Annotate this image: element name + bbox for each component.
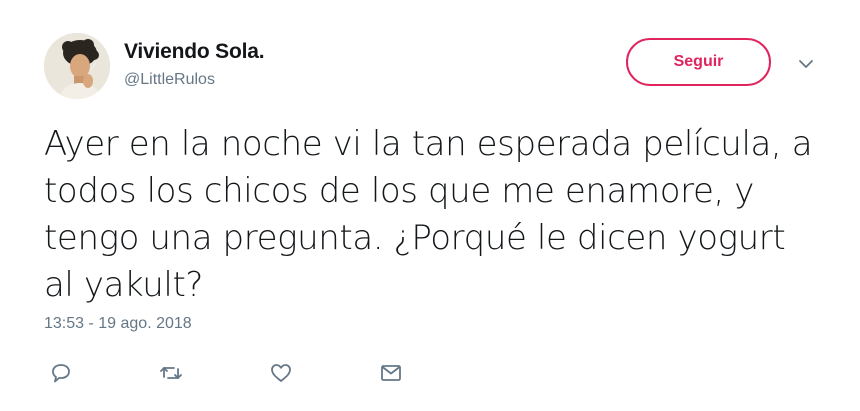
- retweet-arrows-icon[interactable]: [158, 360, 184, 386]
- tweet-text: Ayer en la noche vi la tan esperada pelí…: [44, 124, 813, 305]
- follow-button[interactable]: Seguir: [626, 38, 771, 86]
- tweet-timestamp[interactable]: 13:53 - 19 ago. 2018: [44, 315, 192, 333]
- chevron-down-icon[interactable]: [797, 57, 815, 71]
- speech-bubble-icon[interactable]: [48, 360, 74, 386]
- display-name[interactable]: Viviendo Sola.: [124, 40, 265, 64]
- user-handle[interactable]: @LittleRulos: [124, 71, 215, 89]
- heart-icon[interactable]: [268, 360, 294, 386]
- avatar-illustration: [44, 33, 110, 99]
- tweet-card: Viviendo Sola. @LittleRulos Seguir Ayer …: [0, 0, 860, 411]
- envelope-icon[interactable]: [378, 360, 404, 386]
- avatar[interactable]: [44, 33, 110, 99]
